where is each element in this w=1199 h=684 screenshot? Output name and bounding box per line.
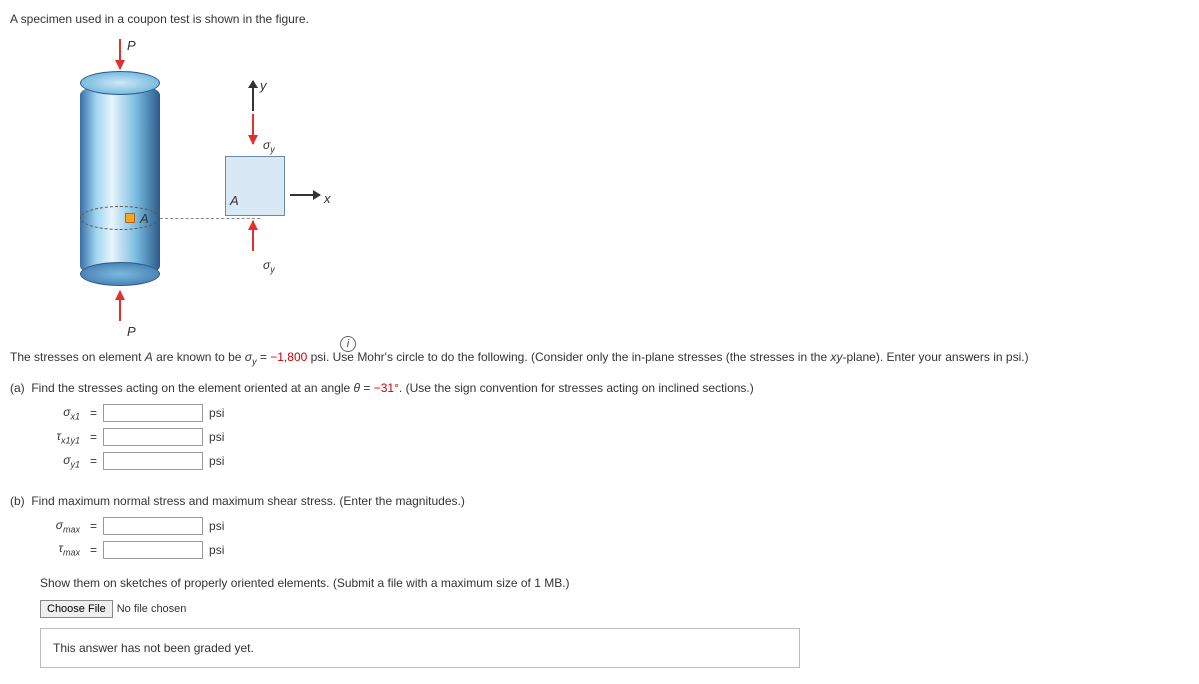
equals: = [90,452,97,470]
x-axis-arrow [290,194,320,196]
point-a-label: A [140,209,149,229]
equals: = [90,428,97,446]
var-label: τx1y1 [40,427,80,448]
part-b-prompt: (b) Find maximum normal stress and maxim… [10,492,1189,510]
force-label-top: P [127,36,136,56]
var-label: σmax [40,516,80,537]
var-label: σx1 [40,403,80,424]
y-axis-arrow [252,81,254,111]
tau-max-input[interactable] [103,541,203,559]
unit-label: psi [209,452,224,470]
problem-statement: The stresses on element A are known to b… [10,348,1189,369]
leader-line [160,218,260,219]
sigma-y-label-bottom: σy [263,256,275,277]
intro-text: A specimen used in a coupon test is show… [10,10,1189,28]
unit-label: psi [209,541,224,559]
input-row-sigma-y1: σy1 = psi [40,451,1189,472]
cylinder: A [80,71,160,286]
sigma-y-arrow-bottom [252,221,254,251]
input-row-sigma-max: σmax = psi [40,516,1189,537]
force-arrow-bottom [119,291,121,321]
input-row-tau-x1y1: τx1y1 = psi [40,427,1189,448]
var-label: σy1 [40,451,80,472]
unit-label: psi [209,517,224,535]
point-a-marker [125,213,135,223]
var-label: τmax [40,539,80,560]
cylinder-bottom [80,262,160,286]
sigma-y-label-top: σy [263,136,275,157]
x-axis-label: x [324,189,331,209]
sketch-prompt: Show them on sketches of properly orient… [40,574,1189,592]
sigma-max-input[interactable] [103,517,203,535]
file-upload-row: Choose File No file chosen [40,600,1189,618]
unit-label: psi [209,428,224,446]
no-file-chosen-text: No file chosen [117,601,187,618]
input-row-sigma-x1: σx1 = psi [40,403,1189,424]
cylinder-top [80,71,160,95]
figure: A P P A y x σy σy i [70,36,410,336]
tau-x1y1-input[interactable] [103,428,203,446]
sigma-x1-input[interactable] [103,404,203,422]
equals: = [90,517,97,535]
sigma-y-arrow-top [252,114,254,144]
sigma-y1-input[interactable] [103,452,203,470]
force-label-bottom: P [127,322,136,342]
y-axis-label: y [260,76,267,96]
cylinder-body [80,83,160,278]
info-icon[interactable]: i [340,336,356,352]
input-row-tau-max: τmax = psi [40,539,1189,560]
equals: = [90,404,97,422]
equals: = [90,541,97,559]
choose-file-button[interactable]: Choose File [40,600,113,618]
force-arrow-top [119,39,121,69]
part-a-prompt: (a) Find the stresses acting on the elem… [10,379,1189,397]
unit-label: psi [209,404,224,422]
grade-note-box: This answer has not been graded yet. [40,628,800,668]
element-a-label: A [230,191,239,211]
